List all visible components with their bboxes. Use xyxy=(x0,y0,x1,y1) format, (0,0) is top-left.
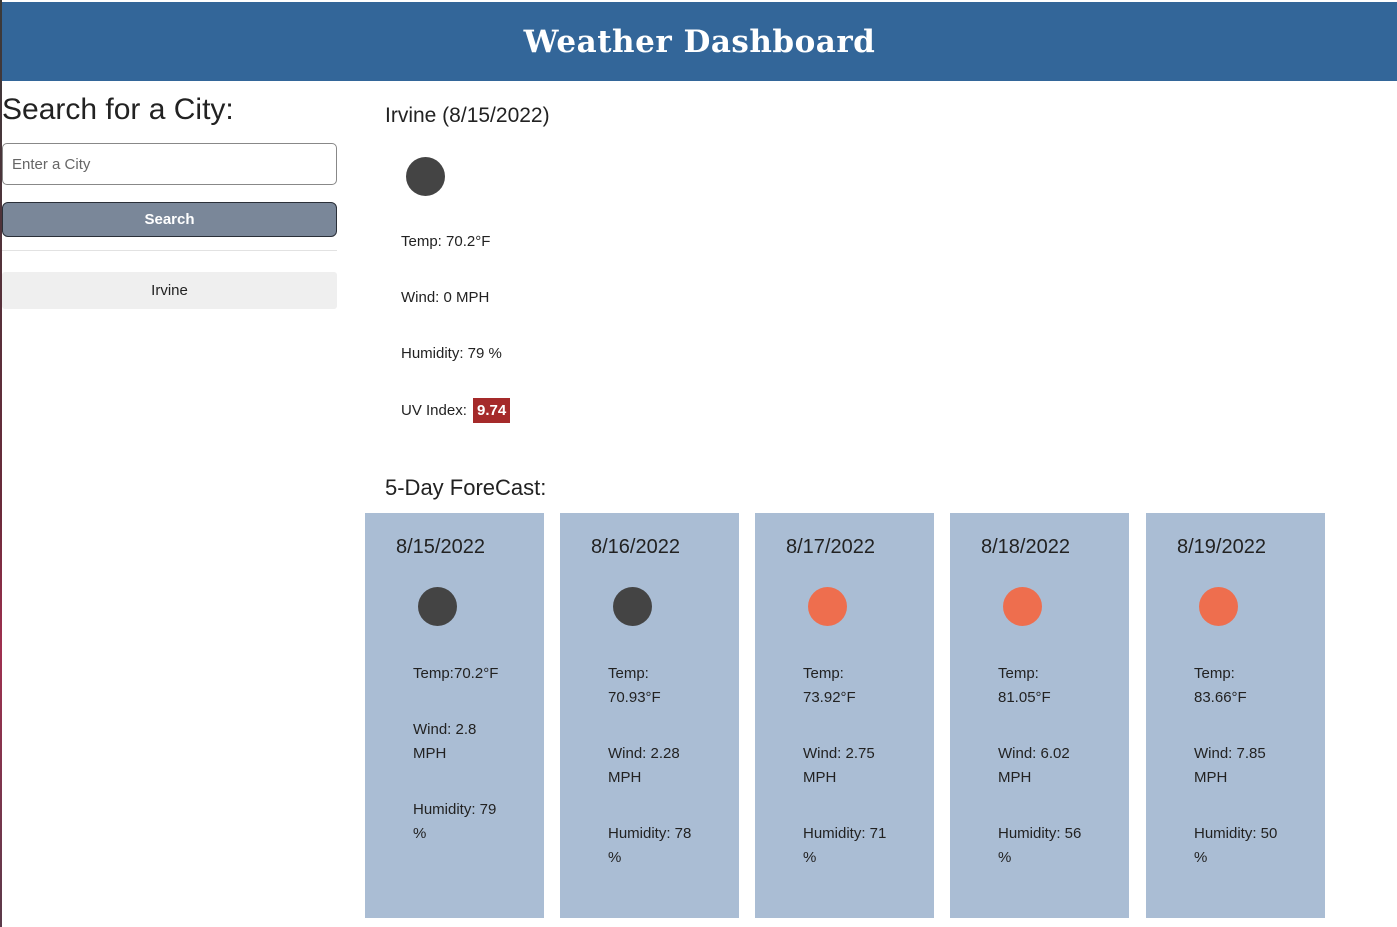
weather-icon xyxy=(613,587,652,626)
forecast-wind: Wind: 2.8 xyxy=(413,721,477,738)
forecast-card: 8/18/2022 Temp: 81.05°F Wind: 6.02 MPH H… xyxy=(950,513,1129,918)
sidebar-divider xyxy=(2,250,337,251)
forecast-wind-unit: MPH xyxy=(413,745,447,762)
forecast-card: 8/15/2022 Temp: 70.2°F Wind: 2.8 MPH Hum… xyxy=(365,513,544,918)
forecast-temp-value: 73.92°F xyxy=(803,689,856,706)
weather-icon xyxy=(808,587,847,626)
forecast-card: 8/19/2022 Temp: 83.66°F Wind: 7.85 MPH H… xyxy=(1146,513,1325,918)
forecast-humidity-unit: % xyxy=(413,825,427,842)
window-edge xyxy=(0,0,2,927)
forecast-date: 8/17/2022 xyxy=(786,536,875,558)
weather-icon xyxy=(1199,587,1238,626)
forecast-temp: Temp: xyxy=(803,665,844,682)
forecast-humidity: Humidity: 50 xyxy=(1194,825,1278,842)
forecast-wind: Wind: 2.75 xyxy=(803,745,875,762)
forecast-humidity-unit: % xyxy=(1194,849,1208,866)
search-heading: Search for a City: xyxy=(2,93,234,126)
forecast-temp-value: 81.05°F xyxy=(998,689,1051,706)
forecast-temp-value: 83.66°F xyxy=(1194,689,1247,706)
weather-icon xyxy=(406,157,445,196)
current-city-title: Irvine (8/15/2022) xyxy=(385,104,550,127)
weather-dashboard-page: Weather Dashboard Search for a City: Sea… xyxy=(0,0,1397,927)
forecast-date: 8/16/2022 xyxy=(591,536,680,558)
forecast-wind-unit: MPH xyxy=(608,769,642,786)
search-sidebar: Search for a City: Search Irvine xyxy=(2,90,337,309)
forecast-date: 8/18/2022 xyxy=(981,536,1070,558)
forecast-humidity-unit: % xyxy=(998,849,1012,866)
forecast-wind: Wind: 7.85 xyxy=(1194,745,1266,762)
forecast-card: 8/17/2022 Temp: 73.92°F Wind: 2.75 MPH H… xyxy=(755,513,934,918)
current-wind: Wind: 0 MPH xyxy=(401,289,490,306)
forecast-date: 8/19/2022 xyxy=(1177,536,1266,558)
forecast-temp: Temp: xyxy=(1194,665,1235,682)
forecast-humidity: Humidity: 56 xyxy=(998,825,1082,842)
forecast-temp: Temp: xyxy=(608,665,649,682)
history-item-irvine[interactable]: Irvine xyxy=(2,272,337,309)
current-temp: Temp: 70.2°F xyxy=(401,233,491,250)
forecast-humidity-unit: % xyxy=(608,849,622,866)
forecast-humidity: Humidity: 79 xyxy=(413,801,497,818)
forecast-card: 8/16/2022 Temp: 70.93°F Wind: 2.28 MPH H… xyxy=(560,513,739,918)
forecast-temp: Temp: xyxy=(998,665,1039,682)
page-title: Weather Dashboard xyxy=(523,23,876,60)
current-weather: Irvine (8/15/2022) Temp: 70.2°F Wind: 0 … xyxy=(385,100,550,423)
forecast-wind-unit: MPH xyxy=(1194,769,1228,786)
search-button[interactable]: Search xyxy=(2,202,337,237)
forecast-date: 8/15/2022 xyxy=(396,536,485,558)
weather-icon xyxy=(1003,587,1042,626)
current-humidity: Humidity: 79 % xyxy=(401,345,502,362)
forecast-wind-unit: MPH xyxy=(803,769,837,786)
uv-index-badge: 9.74 xyxy=(473,398,511,423)
forecast-wind: Wind: 2.28 xyxy=(608,745,680,762)
forecast-temp-value: 70.93°F xyxy=(608,689,661,706)
forecast-title: 5-Day ForeCast: xyxy=(385,475,547,500)
weather-icon xyxy=(418,587,457,626)
forecast-humidity-unit: % xyxy=(803,849,817,866)
forecast-wind: Wind: 6.02 xyxy=(998,745,1070,762)
current-uv: UV Index: 9.74 xyxy=(401,398,511,423)
forecast-temp-value: 70.2°F xyxy=(454,665,499,682)
city-search-input[interactable] xyxy=(2,143,337,185)
forecast-humidity: Humidity: 71 xyxy=(803,825,887,842)
uv-index-label: UV Index: xyxy=(401,402,467,419)
app-header: Weather Dashboard xyxy=(2,2,1397,81)
forecast-wind-unit: MPH xyxy=(998,769,1032,786)
forecast-humidity: Humidity: 78 xyxy=(608,825,692,842)
